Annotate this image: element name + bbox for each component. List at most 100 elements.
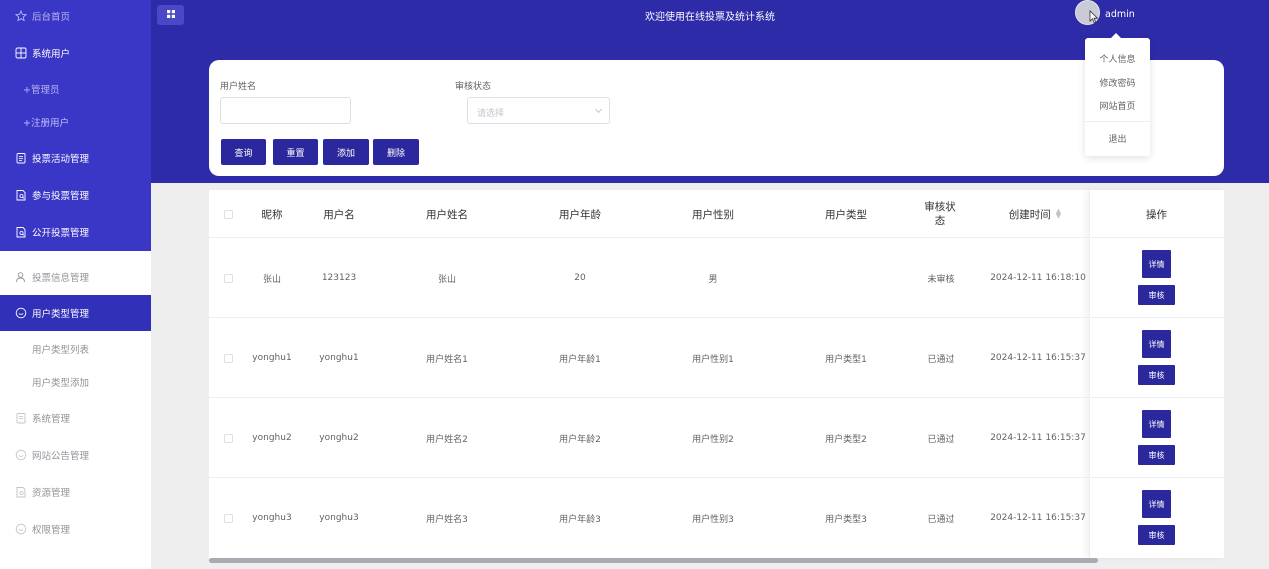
- sidebar-item-label: 系统用户: [32, 49, 71, 60]
- review-button[interactable]: 审核: [1138, 445, 1175, 465]
- row-checkbox[interactable]: [217, 238, 239, 318]
- cell-created: 2024-12-11 16:15:37: [990, 353, 1086, 363]
- sidebar-item-vote-info[interactable]: 投票信息管理: [0, 261, 151, 293]
- cell-status: 已通过: [927, 514, 955, 525]
- name-label: 用户姓名: [220, 82, 257, 92]
- add-button[interactable]: 添加: [323, 139, 369, 165]
- detail-button[interactable]: 详情: [1142, 250, 1171, 278]
- sidebar-item-resources[interactable]: 资源管理: [0, 476, 151, 508]
- col-gender: 用户性别: [692, 208, 734, 221]
- chat-icon: [14, 449, 27, 462]
- review-button[interactable]: 审核: [1138, 365, 1175, 385]
- row-checkbox[interactable]: [217, 318, 239, 398]
- cell-type: 用户类型1: [825, 354, 867, 365]
- status-placeholder: 请选择: [477, 109, 505, 119]
- cell-status: 未审核: [927, 274, 955, 285]
- select-all-checkbox[interactable]: [217, 190, 239, 238]
- dropdown-arrow: [1111, 33, 1121, 38]
- menu-item-change-password[interactable]: 修改密码: [1085, 76, 1150, 89]
- sidebar-item-label: 参与投票管理: [32, 191, 90, 202]
- cell-age: 用户年龄1: [559, 354, 601, 365]
- table-row: yonghu2 yonghu2 用户姓名2 用户年龄2 用户性别2 用户类型2 …: [209, 398, 1224, 478]
- cell-name: 张山: [437, 274, 456, 285]
- sidebar-item-label: 投票信息管理: [32, 273, 90, 284]
- grid-icon: [14, 47, 27, 60]
- review-button[interactable]: 审核: [1138, 285, 1175, 305]
- row-checkbox[interactable]: [217, 478, 239, 558]
- cell-name: 用户姓名3: [426, 514, 468, 525]
- cell-username: 123123: [321, 273, 357, 283]
- sidebar-item-public-vote[interactable]: 公开投票管理: [0, 216, 151, 248]
- sidebar-item-system-users[interactable]: 系统用户: [0, 37, 151, 69]
- sort-icon[interactable]: ▲ ▼: [1056, 208, 1061, 220]
- name-input[interactable]: [220, 97, 351, 124]
- cell-username: yonghu1: [319, 353, 359, 363]
- cell-gender: 用户性别1: [692, 354, 734, 365]
- username[interactable]: admin: [1105, 9, 1135, 20]
- sidebar-item-announcement[interactable]: 网站公告管理: [0, 439, 151, 471]
- sidebar-item-user-type-list[interactable]: 用户类型列表: [0, 334, 151, 364]
- file-search-icon: [14, 486, 27, 499]
- sidebar-item-label: 权限管理: [32, 525, 71, 536]
- cell-type: [786, 238, 906, 318]
- sidebar: 后台首页 系统用户 +管理员 +注册用户 投票活动管理 参与投票管理 公开投票管…: [0, 0, 151, 569]
- horizontal-scrollbar[interactable]: [209, 558, 1098, 563]
- cell-gender: 用户性别2: [692, 434, 734, 445]
- sidebar-item-label: 用户类型管理: [32, 309, 90, 320]
- file-search-icon: [14, 226, 27, 239]
- sidebar-item-user-type-add[interactable]: 用户类型添加: [0, 367, 151, 397]
- cell-name: 用户姓名1: [426, 354, 468, 365]
- sidebar-item-label: 系统管理: [32, 414, 71, 425]
- page-title: 欢迎使用在线投票及统计系统: [645, 12, 775, 23]
- cell-created: 2024-12-11 16:15:37: [990, 433, 1086, 443]
- chat-icon: [14, 523, 27, 536]
- user-icon: [14, 271, 27, 284]
- status-select[interactable]: 请选择: [467, 97, 610, 124]
- detail-button[interactable]: 详情: [1142, 490, 1171, 518]
- cell-nickname: yonghu2: [252, 433, 292, 443]
- sidebar-item-user-type[interactable]: 用户类型管理: [0, 295, 151, 331]
- menu-item-site-home[interactable]: 网站首页: [1085, 99, 1150, 112]
- user-table: 昵称 用户名 用户姓名 用户年龄 用户性别 用户类型 审核状态 创建时间 ▲ ▼ …: [209, 190, 1224, 558]
- cursor-icon: [1089, 10, 1099, 27]
- query-button[interactable]: 查询: [221, 139, 266, 165]
- cell-age: 用户年龄2: [559, 434, 601, 445]
- sidebar-item-home[interactable]: 后台首页: [0, 0, 151, 32]
- detail-button[interactable]: 详情: [1142, 410, 1171, 438]
- menu-item-profile[interactable]: 个人信息: [1085, 52, 1150, 65]
- sidebar-item-label: +注册用户: [23, 118, 69, 129]
- sidebar-item-admin[interactable]: +管理员: [0, 74, 151, 104]
- col-created[interactable]: 创建时间 ▲ ▼: [985, 190, 1085, 238]
- sidebar-item-label: 网站公告管理: [32, 451, 90, 462]
- table-header: 昵称 用户名 用户姓名 用户年龄 用户性别 用户类型 审核状态 创建时间 ▲ ▼ …: [209, 190, 1224, 238]
- col-nickname: 昵称: [261, 208, 283, 221]
- dropdown-divider: [1085, 121, 1150, 122]
- clipboard-icon: [14, 412, 27, 425]
- detail-button[interactable]: 详情: [1142, 330, 1171, 358]
- star-icon: [14, 10, 27, 23]
- cell-gender: 男: [708, 274, 718, 285]
- cell-status: 已通过: [927, 434, 955, 445]
- sidebar-item-label: 用户类型列表: [32, 345, 90, 356]
- col-name: 用户姓名: [426, 208, 468, 221]
- row-checkbox[interactable]: [217, 398, 239, 478]
- menu-item-logout[interactable]: 退出: [1085, 132, 1150, 145]
- sidebar-item-join-vote[interactable]: 参与投票管理: [0, 179, 151, 211]
- sidebar-item-registered-users[interactable]: +注册用户: [0, 107, 151, 137]
- col-type: 用户类型: [825, 208, 867, 221]
- sidebar-item-vote-activity[interactable]: 投票活动管理: [0, 142, 151, 174]
- cell-nickname: yonghu3: [252, 513, 292, 523]
- sidebar-item-system[interactable]: 系统管理: [0, 402, 151, 434]
- file-search-icon: [14, 189, 27, 202]
- cell-nickname: 张山: [262, 274, 281, 285]
- col-status: 审核状态: [924, 201, 956, 227]
- review-button[interactable]: 审核: [1138, 525, 1175, 545]
- delete-button[interactable]: 删除: [373, 139, 419, 165]
- col-created-label: 创建时间: [1008, 208, 1051, 221]
- sidebar-item-permissions[interactable]: 权限管理: [0, 513, 151, 545]
- reset-button[interactable]: 重置: [273, 139, 318, 165]
- status-label: 审核状态: [455, 82, 492, 92]
- col-username: 用户名: [323, 208, 355, 221]
- cell-username: yonghu2: [319, 433, 359, 443]
- sidebar-item-label: 后台首页: [32, 12, 71, 23]
